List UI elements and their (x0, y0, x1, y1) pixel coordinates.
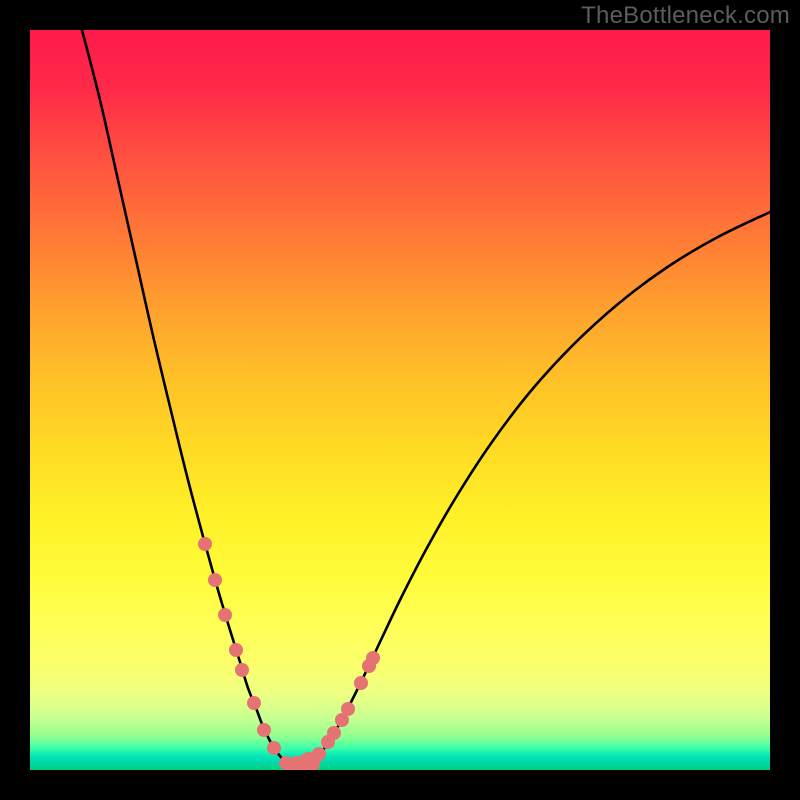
data-marker (341, 702, 355, 716)
watermark-text: TheBottleneck.com (581, 2, 790, 30)
data-marker (218, 608, 232, 622)
data-marker (312, 747, 326, 761)
data-marker (198, 537, 212, 551)
chart-frame: TheBottleneck.com (0, 0, 800, 800)
plot-area (30, 30, 770, 770)
data-marker (257, 723, 271, 737)
data-marker (235, 663, 249, 677)
data-marker (354, 676, 368, 690)
data-marker (229, 643, 243, 657)
data-marker (267, 741, 281, 755)
markers-left (198, 537, 320, 770)
markers-right (312, 651, 380, 761)
data-marker (327, 726, 341, 740)
data-marker (208, 573, 222, 587)
data-marker (366, 651, 380, 665)
curve-left-arm (82, 30, 297, 767)
curve-layer (30, 30, 770, 770)
data-marker (247, 696, 261, 710)
